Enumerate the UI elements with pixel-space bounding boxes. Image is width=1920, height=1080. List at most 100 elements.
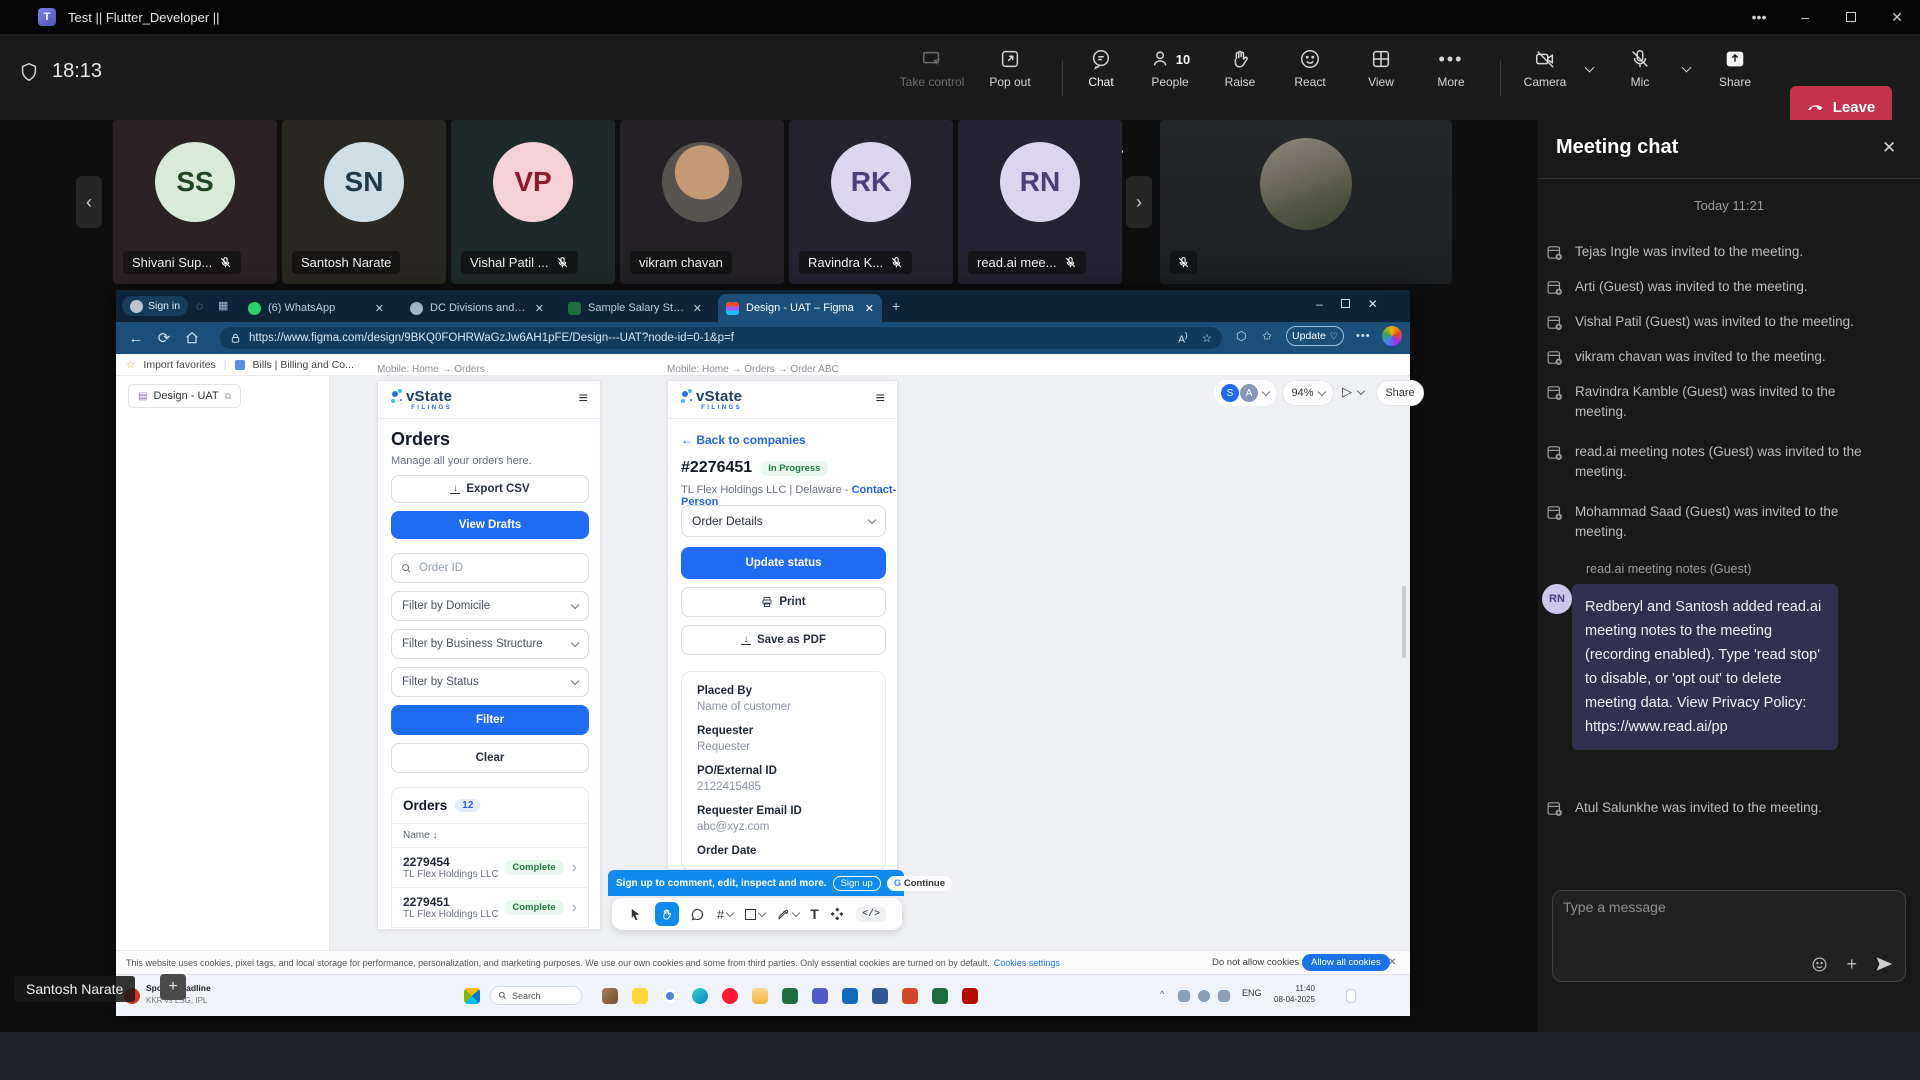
save-pdf-button[interactable]: ↓ Save as PDF: [681, 625, 886, 655]
shared-language[interactable]: ENG: [1242, 988, 1262, 998]
shared-clock[interactable]: 11:4008-04-2025: [1274, 983, 1315, 1005]
shared-notifications-icon[interactable]: [1346, 989, 1356, 1003]
filter-domicile-dropdown[interactable]: Filter by Domicile: [391, 591, 589, 621]
shared-app-icon[interactable]: [602, 988, 618, 1004]
back-link[interactable]: ← Back to companies: [681, 433, 806, 447]
figma-frame-orders[interactable]: vState FILINGS ≡ Orders Manage all your …: [377, 380, 601, 930]
browser-tab-active[interactable]: Design - UAT – Figma✕: [718, 294, 882, 322]
dev-mode-icon[interactable]: </>: [856, 907, 886, 922]
attach-plus-icon[interactable]: +: [1846, 956, 1857, 972]
pop-out-button[interactable]: Pop out: [975, 48, 1045, 89]
import-favorites-button[interactable]: Import favorites: [143, 359, 215, 371]
shared-excel-icon[interactable]: [782, 988, 798, 1004]
shared-app-icon[interactable]: [632, 988, 648, 1004]
figma-frame-order-detail[interactable]: vState FILINGS ≡ ← Back to companies #22…: [667, 380, 898, 870]
filter-structure-dropdown[interactable]: Filter by Business Structure: [391, 629, 589, 659]
emoji-icon[interactable]: [1811, 956, 1828, 973]
figma-collaborators[interactable]: S A: [1214, 380, 1276, 406]
pen-tool[interactable]: [777, 908, 799, 921]
browser-close-icon[interactable]: ✕: [1368, 297, 1378, 311]
google-continue-button[interactable]: G Continue: [887, 876, 952, 891]
print-button[interactable]: Print: [681, 587, 886, 617]
chat-message-input[interactable]: [1563, 899, 1893, 943]
participants-scroll-left[interactable]: ‹: [76, 176, 102, 228]
shared-opera-icon[interactable]: [722, 988, 738, 1004]
back-icon[interactable]: ←: [122, 330, 150, 347]
mic-button[interactable]: Mic: [1605, 48, 1675, 89]
react-button[interactable]: React: [1275, 48, 1345, 89]
tab-close-icon[interactable]: ✕: [865, 302, 874, 315]
figma-share-button[interactable]: Share: [1376, 380, 1424, 406]
refresh-icon[interactable]: ⟳: [150, 329, 178, 347]
home-icon[interactable]: [184, 330, 200, 346]
cookie-close-icon[interactable]: ✕: [1388, 957, 1396, 968]
bookmark-item[interactable]: Bills | Billing and Co...: [253, 359, 354, 371]
shared-start-icon[interactable]: [464, 988, 480, 1004]
participant-tile[interactable]: RN read.ai mee...: [958, 120, 1122, 284]
filter-status-dropdown[interactable]: Filter by Status: [391, 667, 589, 697]
allow-cookies-button[interactable]: Allow all cookies: [1302, 954, 1390, 971]
shape-tool[interactable]: [745, 909, 765, 920]
clear-button[interactable]: Clear: [391, 743, 589, 773]
chat-close-icon[interactable]: ✕: [1882, 138, 1896, 158]
close-icon[interactable]: ✕: [1874, 0, 1920, 34]
read-aloud-icon[interactable]: A): [1178, 330, 1187, 345]
figma-file-tab[interactable]: ▤ Design - UAT ⧉: [128, 384, 241, 408]
shared-search-box[interactable]: Search: [490, 986, 582, 1005]
tab-close-icon[interactable]: ✕: [693, 302, 702, 315]
shared-edge-icon[interactable]: [692, 988, 708, 1004]
browser-profile-button[interactable]: Sign in: [122, 296, 188, 316]
view-button[interactable]: View: [1346, 48, 1416, 89]
shared-chrome-icon[interactable]: [662, 988, 678, 1004]
browser-update-button[interactable]: Update♡: [1286, 326, 1344, 346]
mic-options-chevron[interactable]: [1683, 58, 1690, 76]
shared-outlook-icon[interactable]: [842, 988, 858, 1004]
shared-tray-chevron[interactable]: ^: [1160, 989, 1164, 999]
copilot-icon[interactable]: [1382, 326, 1402, 346]
raise-hand-button[interactable]: Raise: [1205, 48, 1275, 89]
camera-options-chevron[interactable]: [1586, 58, 1593, 76]
address-bar[interactable]: https://www.figma.com/design/9BKQ0FOHRWa…: [220, 327, 1222, 349]
more-button[interactable]: ••• More: [1416, 48, 1486, 89]
filter-button[interactable]: Filter: [391, 705, 589, 735]
browser-tab[interactable]: Sample Salary Structure with calc✕: [560, 294, 710, 322]
components-tool-icon[interactable]: [830, 907, 844, 921]
browser-maximize-icon[interactable]: [1341, 299, 1350, 308]
tab-close-icon[interactable]: ✕: [375, 302, 384, 315]
cookie-settings-link[interactable]: Cookies settings: [994, 958, 1060, 968]
new-tab-icon[interactable]: +: [892, 298, 900, 314]
shared-word-icon[interactable]: [872, 988, 888, 1004]
maximize-icon[interactable]: [1828, 0, 1874, 34]
order-details-dropdown[interactable]: Order Details: [681, 505, 886, 537]
shared-wifi-icon[interactable]: [1198, 990, 1210, 1002]
order-row[interactable]: 2279454 TL Flex Holdings LLC Complete ›: [392, 847, 588, 887]
participant-tile[interactable]: SN Santosh Narate: [282, 120, 446, 284]
frame-breadcrumb[interactable]: Mobile: Home → Orders: [377, 364, 485, 375]
extensions-icon[interactable]: ⬡: [1236, 329, 1246, 343]
browser-tab[interactable]: (6) WhatsApp✕: [240, 294, 392, 322]
camera-button[interactable]: Camera: [1510, 48, 1580, 89]
update-status-button[interactable]: Update status: [681, 547, 886, 579]
export-csv-button[interactable]: ↓Export CSV: [391, 475, 589, 503]
hamburger-menu-icon[interactable]: ≡: [579, 390, 588, 408]
browser-menu-icon[interactable]: •••: [1356, 330, 1371, 342]
spotlight-tile[interactable]: [1160, 120, 1452, 284]
canvas-scrollbar[interactable]: [1402, 586, 1406, 658]
order-id-search[interactable]: Order ID: [391, 553, 589, 583]
browser-tab[interactable]: DC Divisions and Surroundings✕: [402, 294, 552, 322]
deny-cookies-button[interactable]: Do not allow cookies: [1212, 957, 1299, 968]
favorite-star-icon[interactable]: ☆: [1202, 331, 1212, 345]
hamburger-menu-icon[interactable]: ≡: [876, 390, 885, 408]
browser-minimize-icon[interactable]: –: [1316, 297, 1323, 311]
hand-tool-icon-active[interactable]: [655, 902, 679, 926]
figma-zoom-control[interactable]: 94%: [1282, 380, 1334, 406]
browser-tab-actions-icon[interactable]: ▦: [218, 299, 228, 312]
titlebar-more-icon[interactable]: •••: [1736, 0, 1782, 34]
frame-tool[interactable]: #: [717, 907, 733, 922]
annotation-plus-button[interactable]: +: [160, 974, 186, 1000]
order-row[interactable]: 2279451 TL Flex Holdings LLC Complete ›: [392, 887, 588, 927]
minimize-icon[interactable]: –: [1782, 0, 1828, 34]
shared-explorer-icon[interactable]: [752, 988, 768, 1004]
tab-close-icon[interactable]: ✕: [535, 302, 544, 315]
chat-button[interactable]: Chat: [1066, 48, 1136, 89]
